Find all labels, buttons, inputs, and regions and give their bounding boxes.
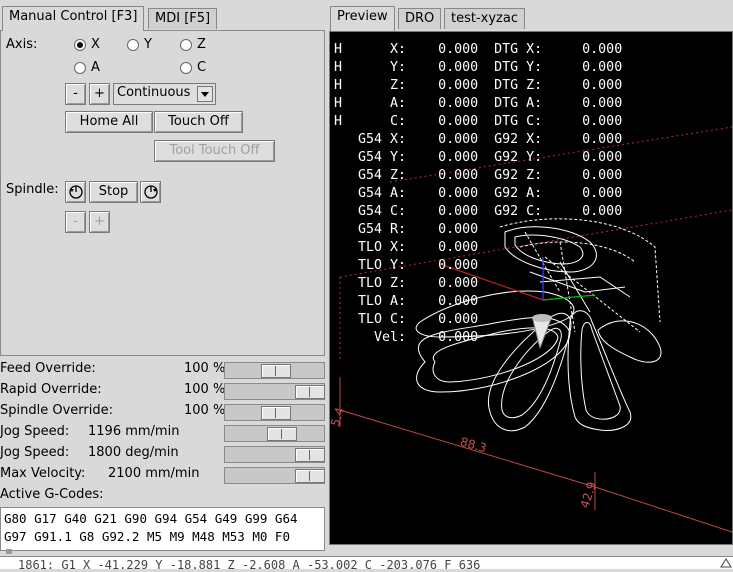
spindle-plus-button[interactable]: + — [89, 211, 110, 233]
gcodes-line-1: G80 G17 G40 G21 G90 G94 G54 G49 G99 G64 — [4, 511, 298, 526]
resize-grip-icon[interactable] — [6, 549, 12, 554]
feed-override-value: 100 % — [184, 361, 226, 376]
rapid-override-label: Rapid Override: — [0, 382, 102, 397]
dro-line: TLO A: 0.000 — [334, 294, 479, 309]
slider-thumb[interactable] — [267, 427, 297, 441]
spindle-label: Spindle: — [6, 182, 59, 197]
feed-override-label: Feed Override: — [0, 361, 96, 376]
jog-mode-select[interactable]: Continuous — [113, 83, 216, 105]
gcode-current-line: 1861: G1 X -41.229 Y -18.881 Z -2.608 A … — [18, 558, 481, 569]
slider-thumb[interactable] — [261, 406, 291, 420]
spindle-reverse-button[interactable] — [65, 181, 86, 203]
gcode-listing[interactable]: 1861: G1 X -41.229 Y -18.881 Z -2.608 A … — [0, 556, 733, 569]
axis-a-label: A — [91, 60, 100, 75]
feed-override-slider[interactable] — [224, 362, 325, 379]
active-gcodes-box: G80 G17 G40 G21 G90 G94 G54 G49 G99 G64 … — [0, 507, 325, 551]
axis-z-label: Z — [197, 37, 206, 52]
slider-thumb[interactable] — [261, 364, 291, 378]
home-all-button[interactable]: Home All — [65, 111, 153, 133]
spindle-forward-button[interactable] — [140, 181, 161, 203]
spindle-minus-button[interactable]: - — [65, 211, 86, 233]
dro-line: G54 Z: 0.000 G92 Z: 0.000 — [334, 168, 623, 183]
dro-line: TLO Z: 0.000 — [334, 276, 479, 291]
jog-minus-button[interactable]: - — [65, 83, 86, 105]
touch-off-button[interactable]: Touch Off — [154, 111, 243, 133]
dro-line: G54 A: 0.000 G92 A: 0.000 — [334, 186, 623, 201]
tab-mdi[interactable]: MDI [F5] — [148, 8, 218, 29]
dro-line: TLO X: 0.000 — [334, 240, 479, 255]
gcodes-line-2: G97 G91.1 G8 G92.2 M5 M9 M48 M53 M0 F0 — [4, 529, 290, 544]
dro-line: TLO C: 0.000 — [334, 312, 479, 327]
jog-mode-value: Continuous — [117, 85, 191, 100]
dro-line: H C: 0.000 DTG C: 0.000 — [334, 114, 623, 129]
preview-canvas[interactable]: H X: 0.000 DTG X: 0.000 H Y: 0.000 DTG Y… — [329, 31, 733, 545]
spindle-override-value: 100 % — [184, 403, 226, 418]
rapid-override-slider[interactable] — [224, 383, 325, 400]
tab-dro[interactable]: DRO — [398, 8, 442, 29]
jog-speed-label: Jog Speed: — [0, 424, 70, 439]
dro-line: G54 X: 0.000 G92 X: 0.000 — [334, 132, 623, 147]
slider-thumb[interactable] — [295, 385, 325, 399]
angular-jog-speed-slider[interactable] — [224, 446, 325, 463]
tool-touch-off-button[interactable]: Tool Touch Off — [154, 140, 275, 162]
axis-y-radio[interactable] — [127, 39, 139, 51]
active-gcodes-label: Active G-Codes: — [0, 487, 104, 502]
spindle-ccw-icon — [69, 185, 83, 199]
axis-a-radio[interactable] — [74, 62, 86, 74]
chevron-down-icon — [197, 86, 213, 102]
axis-z-radio[interactable] — [180, 39, 192, 51]
spindle-stop-button[interactable]: Stop — [89, 181, 138, 203]
spindle-override-label: Spindle Override: — [0, 403, 113, 418]
axis-x-label: X — [91, 37, 100, 52]
tab-test-xyzac[interactable]: test-xyzac — [444, 8, 525, 29]
dro-line: H Z: 0.000 DTG Z: 0.000 — [334, 78, 623, 93]
dro-line: G54 R: 0.000 — [334, 222, 479, 237]
slider-thumb[interactable] — [295, 469, 325, 483]
axis-x-radio[interactable] — [74, 39, 86, 51]
axis-y-label: Y — [144, 37, 152, 52]
max-velocity-label: Max Velocity: — [0, 466, 86, 481]
angular-jog-speed-label: Jog Speed: — [0, 445, 70, 460]
dro-line: TLO Y: 0.000 — [334, 258, 479, 273]
tab-preview[interactable]: Preview — [330, 6, 395, 31]
scroll-up-arrow-icon[interactable] — [720, 556, 732, 568]
angular-jog-speed-value: 1800 deg/min — [88, 445, 179, 460]
dro-line: Vel: 0.000 — [334, 330, 479, 345]
dro-line: G54 C: 0.000 G92 C: 0.000 — [334, 204, 623, 219]
axis-c-radio[interactable] — [180, 62, 192, 74]
slider-thumb[interactable] — [295, 448, 325, 462]
axis-label: Axis: — [6, 37, 38, 52]
spindle-override-slider[interactable] — [224, 404, 325, 421]
dro-line: G54 Y: 0.000 G92 Y: 0.000 — [334, 150, 623, 165]
jog-speed-value: 1196 mm/min — [88, 424, 180, 439]
max-velocity-slider[interactable] — [224, 467, 325, 484]
axis-c-label: C — [197, 60, 207, 75]
jog-plus-button[interactable]: + — [89, 83, 110, 105]
rapid-override-value: 100 % — [184, 382, 226, 397]
dro-line: H Y: 0.000 DTG Y: 0.000 — [334, 60, 623, 75]
jog-speed-slider[interactable] — [224, 425, 325, 442]
dro-line: H A: 0.000 DTG A: 0.000 — [334, 96, 623, 111]
max-velocity-value: 2100 mm/min — [108, 466, 200, 481]
tab-manual-control[interactable]: Manual Control [F3] — [2, 6, 145, 31]
dro-line: H X: 0.000 DTG X: 0.000 — [334, 42, 623, 57]
spindle-cw-icon — [144, 185, 158, 199]
